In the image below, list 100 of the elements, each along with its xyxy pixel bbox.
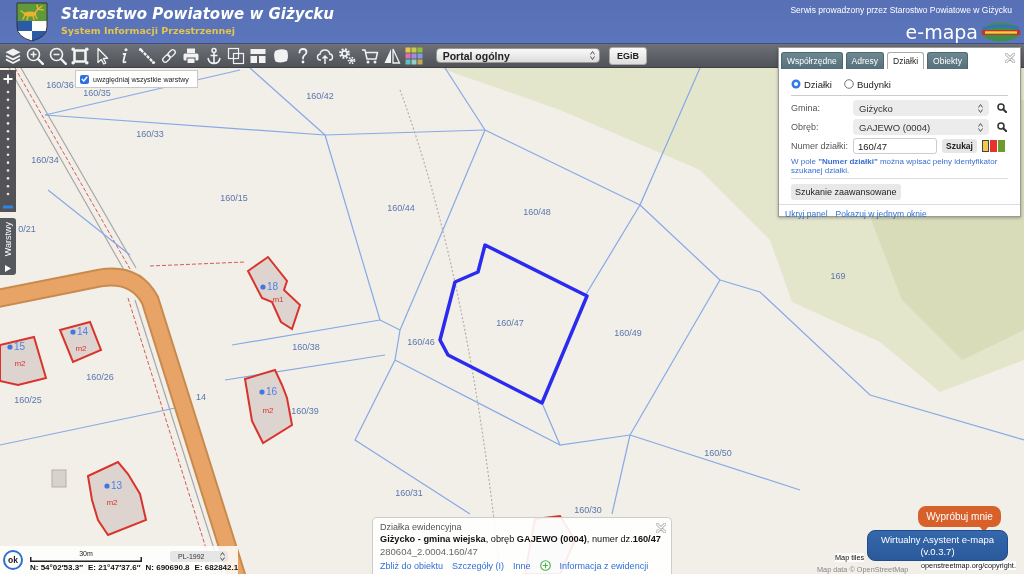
popup-heading: Działka ewidencyjna (380, 521, 462, 533)
parcel-label: 160/39 (291, 406, 319, 416)
print-icon[interactable] (182, 46, 201, 65)
full-extent-icon[interactable] (70, 46, 89, 65)
address-point-icon (259, 389, 265, 395)
search-button[interactable]: Szukaj (942, 139, 977, 153)
panel-link[interactable]: Pokazuj w jednym oknie (835, 209, 927, 219)
egib-button[interactable]: EGiB (608, 46, 647, 65)
shape-icon[interactable] (271, 46, 290, 65)
zoom-out-icon[interactable] (48, 46, 67, 65)
building-number: 13 (111, 480, 123, 491)
globe-logo-icon (981, 22, 1021, 42)
ok-button[interactable]: ok (3, 550, 23, 570)
address-point-icon (70, 329, 76, 335)
hint-text: W pole "Numer działki" można wpisać pełny identyfikator szukanej działki. (791, 157, 999, 175)
building-number: 14 (77, 326, 89, 337)
dropdown[interactable]: Giżycko (853, 100, 989, 116)
address-point-icon (260, 284, 266, 290)
popup-link[interactable]: Zbliż do obiektu (380, 560, 444, 571)
settings-icon[interactable] (338, 46, 357, 65)
layers-icon[interactable] (4, 46, 22, 65)
measure-icon[interactable] (137, 46, 156, 65)
popup-link[interactable]: Inne (513, 560, 531, 571)
parcel-label: 160/42 (306, 91, 334, 101)
advanced-search-button[interactable]: Szukanie zaawansowane (791, 184, 901, 200)
panel-tab[interactable]: Adresy (845, 52, 885, 69)
building-number: 15 (14, 341, 26, 352)
brand-name: e-mapa (905, 22, 978, 42)
building-type-label: m1 (272, 295, 284, 304)
field-label: Numer działki: (791, 141, 849, 151)
coordinate-text: N: 54°02′53.3″ (30, 562, 83, 572)
parcel-label: 160/25 (14, 395, 42, 405)
plus-circle-icon[interactable] (539, 560, 551, 571)
site-subtitle: System Informacji Przestrzennej (61, 24, 235, 37)
cart-icon[interactable] (360, 46, 379, 65)
cloud-upload-icon[interactable] (316, 46, 335, 65)
updown-caret-icon (978, 122, 983, 132)
popup-link[interactable]: Szczegóły (I) (452, 560, 505, 571)
updown-caret-icon (589, 51, 595, 60)
address-point-icon (7, 344, 13, 350)
color-swatch[interactable] (990, 140, 997, 152)
parcel-label: 160/15 (220, 193, 248, 203)
building-outline (0, 335, 48, 387)
building-type-label: m2 (14, 359, 26, 368)
checkbox-icon[interactable] (80, 74, 89, 84)
radio-icon[interactable] (791, 79, 801, 89)
parcel-label: 160/34 (31, 155, 59, 165)
zoom-in-icon[interactable] (26, 46, 45, 65)
building-number: 18 (267, 281, 279, 292)
parcel-label: 160/26 (86, 372, 114, 382)
parcel-label: 0/21 (18, 224, 36, 234)
parcel-label: 160/49 (614, 328, 642, 338)
updown-caret-icon (978, 103, 983, 113)
parcel-identifier: 280604_2.0004.160/47 (380, 546, 478, 558)
parcel-label: 160/30 (574, 505, 602, 515)
copy-icon[interactable] (226, 46, 245, 65)
parcel-label: 160/46 (407, 337, 435, 347)
color-swatch[interactable] (982, 140, 989, 152)
parcel-label: 160/47 (496, 318, 524, 328)
field-label: Gmina: (791, 103, 821, 113)
try-me-bubble[interactable]: Wypróbuj mnie (918, 503, 1001, 530)
parcel-label: 160/48 (523, 207, 551, 217)
anchor-icon[interactable] (204, 46, 223, 65)
radio-option[interactable]: Budynki (844, 78, 891, 90)
parcel-number-field[interactable]: 160/47 (853, 138, 937, 154)
search-icon[interactable] (997, 122, 1007, 132)
sail-icon[interactable] (383, 46, 402, 65)
panel-link[interactable]: Ukryj panel (785, 209, 828, 219)
address-point-icon (104, 483, 110, 489)
dropdown[interactable]: GAJEWO (0004) (853, 119, 989, 135)
coordinate-text: E: 682842.1 (194, 562, 239, 572)
popup-link[interactable]: Informacja z ewidencji (559, 560, 649, 571)
small-building (51, 469, 67, 488)
zoom-slider-ticks[interactable] (6, 90, 10, 196)
search-icon[interactable] (997, 103, 1007, 113)
link-icon[interactable] (160, 46, 179, 65)
portal-dropdown[interactable]: Portal ogólny (435, 48, 600, 63)
building-type-label: m2 (262, 406, 274, 415)
color-palette-icon[interactable] (405, 46, 424, 65)
virtual-assistant-button[interactable]: Wirtualny Asystent e-mapa (v.0.3.7) (867, 530, 1008, 561)
radio-option[interactable]: Działki (791, 78, 832, 90)
site-title: Starostwo Powiatowe w Giżycku (61, 4, 335, 24)
parcel-label: 160/36 (46, 80, 74, 90)
building-number: 16 (266, 386, 278, 397)
expand-triangle-icon (5, 265, 11, 272)
building-type-label: m2 (75, 344, 87, 353)
color-swatch[interactable] (998, 140, 1005, 152)
panel-tab[interactable]: Działki (887, 52, 925, 69)
parcel-label: 160/44 (387, 203, 415, 213)
coordinate-text: E: 21°47′37.6″ (88, 562, 141, 572)
radio-icon[interactable] (844, 79, 854, 89)
zoom-in-icon[interactable] (3, 74, 13, 84)
operator-note: Serwis prowadzony przez Starostwo Powiatowe w Giżycku (790, 5, 1012, 16)
panel-tab[interactable]: Współrzędne (781, 52, 843, 69)
building-type-label: m2 (106, 498, 118, 507)
parcel-label: 160/50 (704, 448, 732, 458)
building-outline (58, 320, 103, 364)
layout-icon[interactable] (249, 46, 268, 65)
panel-tab[interactable]: Obiekty (927, 52, 968, 69)
layers-tab[interactable]: Warstwy (0, 218, 16, 275)
